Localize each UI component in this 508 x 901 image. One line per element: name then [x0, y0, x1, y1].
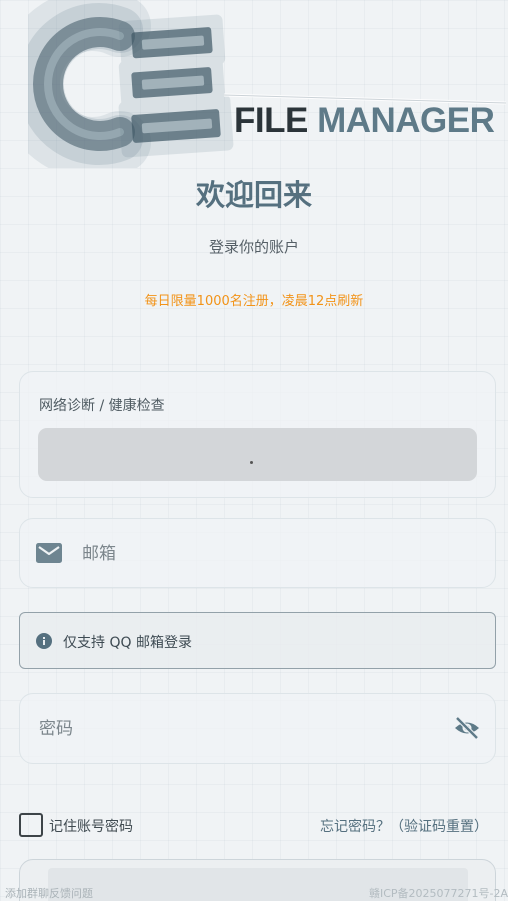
logo-emblem	[28, 0, 507, 168]
password-input[interactable]	[39, 712, 439, 746]
forgot-password-link[interactable]: 忘记密码？（验证码重置）	[320, 816, 488, 836]
page-title: 欢迎回来	[195, 178, 312, 212]
password-field-container	[19, 693, 496, 764]
loading-indicator	[250, 461, 253, 464]
logo-word-file: FILE	[234, 101, 308, 140]
diagnostics-label: 网络诊断 / 健康检查	[39, 398, 165, 414]
remember-me-checkbox[interactable]	[19, 813, 43, 837]
feedback-group-link[interactable]: 添加群聊反馈问题	[5, 885, 93, 901]
app-logo: FILE MANAGER	[28, 0, 508, 168]
qq-email-info-banner: 仅支持 QQ 邮箱登录	[19, 612, 496, 669]
remember-me-label[interactable]: 记住账号密码	[49, 816, 133, 836]
network-diagnostics-card: 网络诊断 / 健康检查	[19, 371, 496, 498]
info-text: 仅支持 QQ 邮箱登录	[63, 635, 192, 651]
email-field-container	[19, 518, 496, 588]
icp-record-link[interactable]: 赣ICP备2025077271号-2A	[369, 885, 508, 901]
registration-notice: 每日限量1000名注册，凌晨12点刷新	[144, 294, 364, 309]
eye-off-icon[interactable]	[454, 716, 480, 744]
page-subtitle: 登录你的账户	[208, 238, 299, 256]
logo-wordmark: FILE MANAGER	[234, 101, 495, 141]
email-input[interactable]	[82, 537, 472, 571]
info-icon	[36, 633, 52, 653]
logo-word-manager: MANAGER	[317, 101, 495, 140]
diagnostics-status-bar	[38, 428, 477, 481]
mail-icon	[36, 543, 62, 567]
